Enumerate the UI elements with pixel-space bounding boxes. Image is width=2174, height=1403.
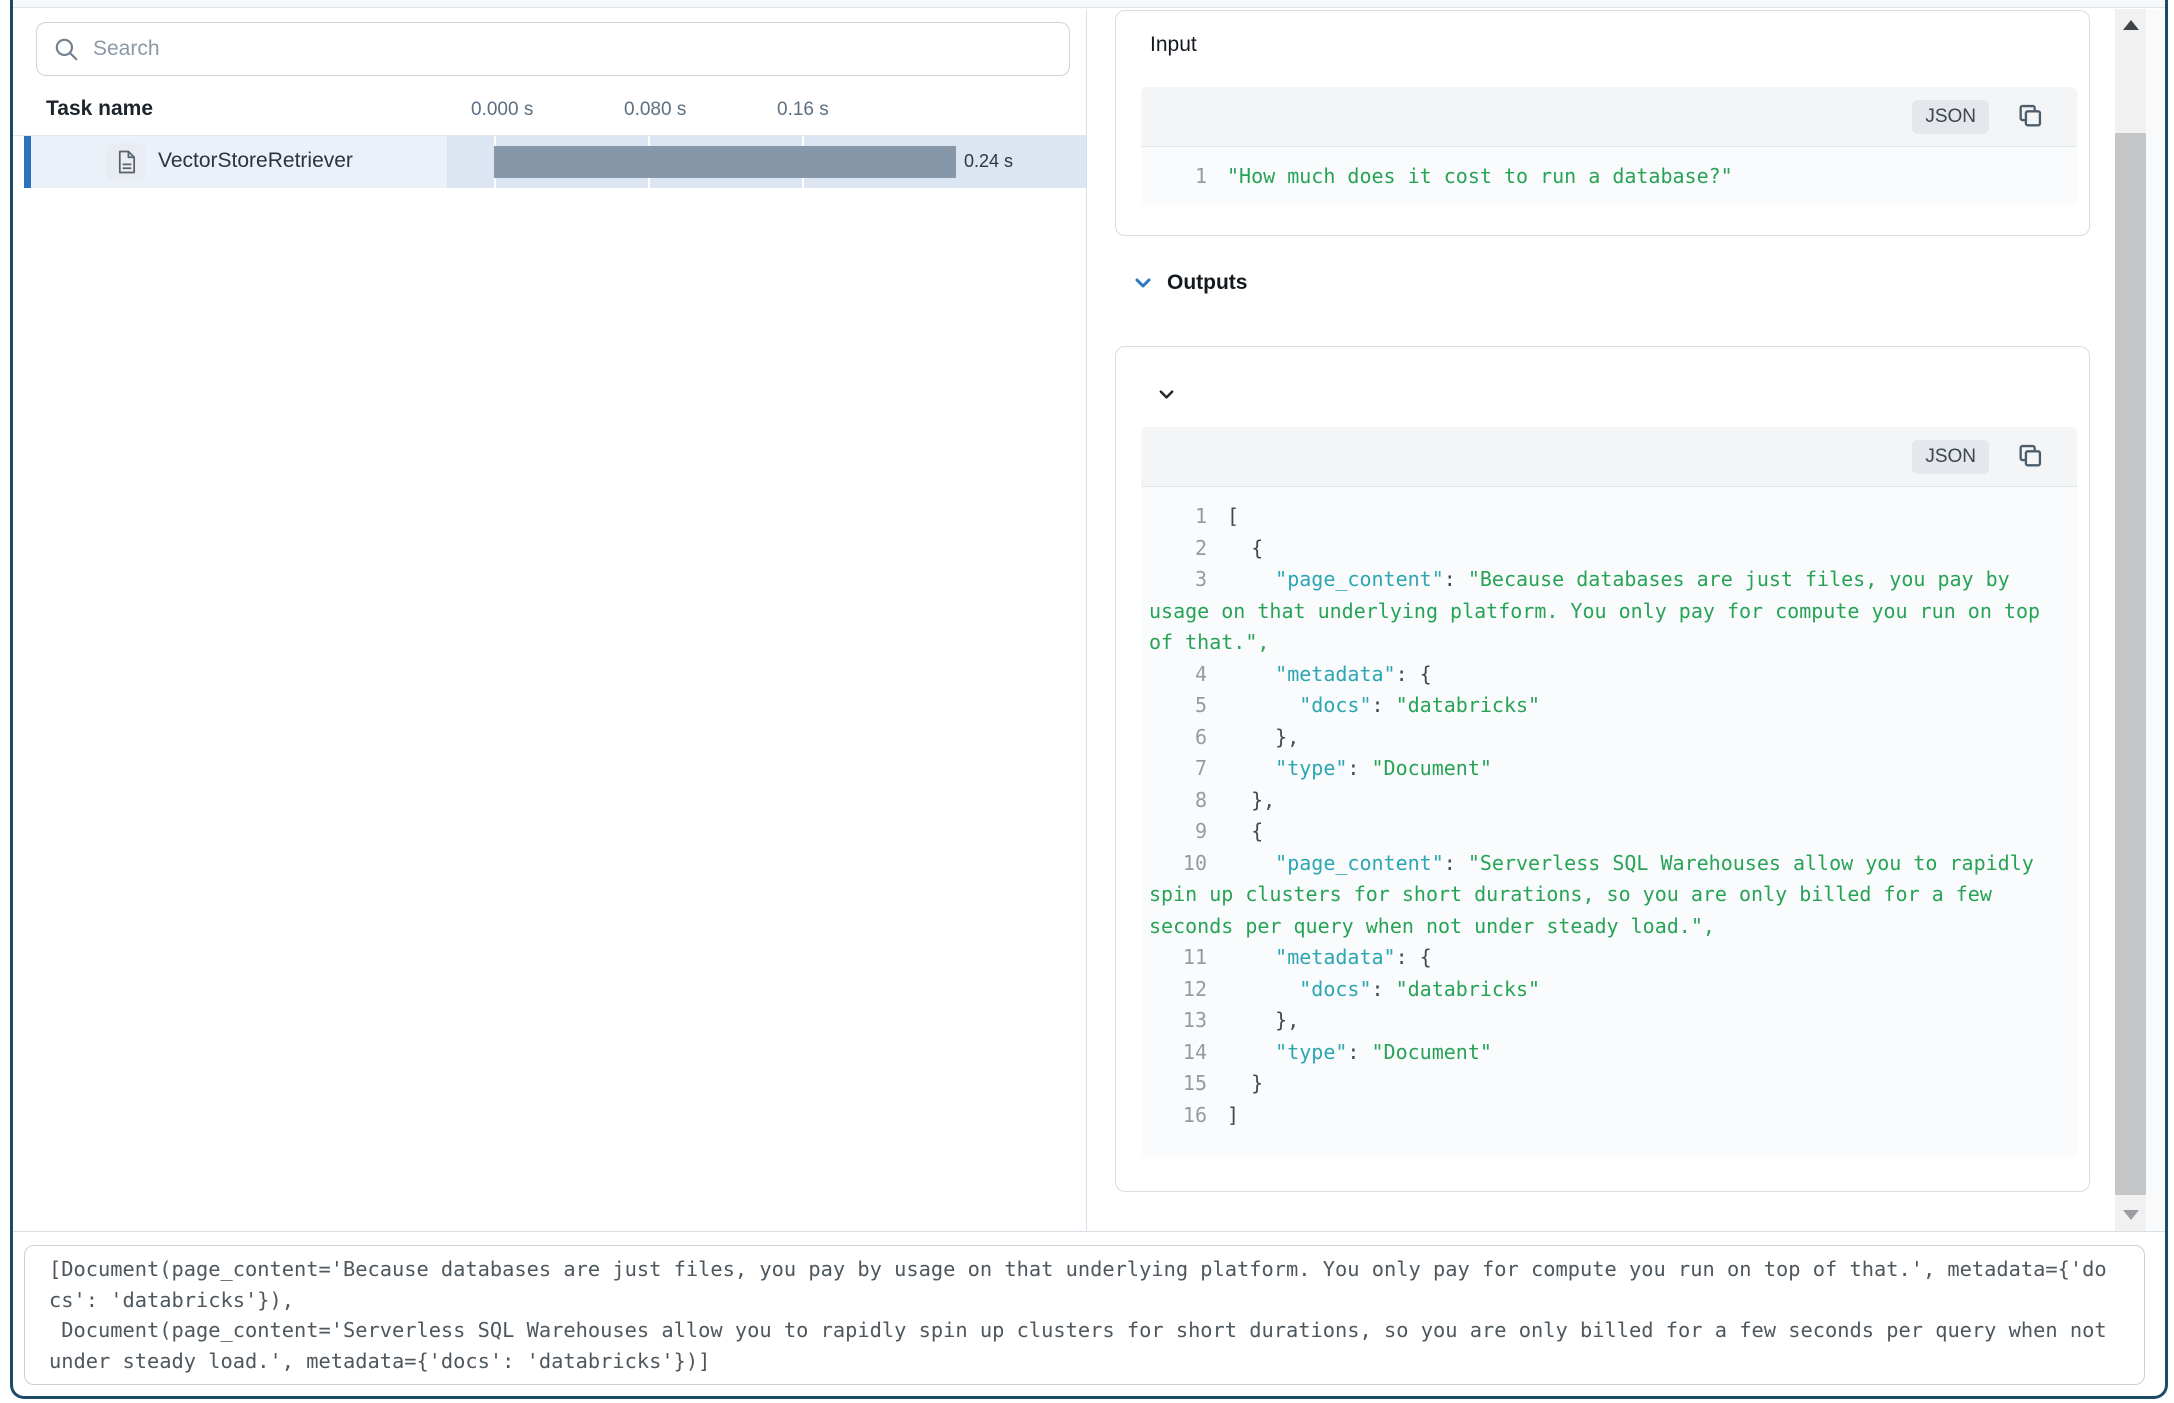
triangle-up-icon [2123,20,2139,30]
outputs-section-toggle[interactable]: Outputs [1133,271,1247,295]
outputs-code-lines: 1[2 {3 "page_content": "Because database… [1141,487,2077,1143]
copy-icon[interactable] [2015,442,2045,472]
code-line: 11 "metadata": { [1149,942,2069,974]
screen: Task name 0.000 s 0.080 s 0.16 s [0,0,2174,1403]
code-line: 1[ [1149,501,2069,533]
code-line: 14 "type": "Document" [1149,1037,2069,1069]
input-code-lines: 1"How much does it cost to run a databas… [1141,147,2077,205]
search-input[interactable] [93,37,1053,61]
top-strip [13,0,2165,8]
triangle-down-icon [2123,1210,2139,1220]
chevron-down-icon [1133,273,1153,293]
code-line: 13 }, [1149,1005,2069,1037]
code-line: 7 "type": "Document" [1149,753,2069,785]
code-line: 3 "page_content": "Because databases are… [1149,564,2069,659]
outputs-code: JSON 1[2 {3 "page_content": "Because dat… [1141,427,2077,1159]
scroll-up-button[interactable] [2115,9,2146,41]
app-window: Task name 0.000 s 0.080 s 0.16 s [10,0,2168,1399]
input-json-format-badge[interactable]: JSON [1912,100,1989,134]
scrollbar-thumb[interactable] [2115,133,2146,1195]
timeline-tick-label: 0.000 s [471,99,533,121]
scroll-down-button[interactable] [2115,1199,2146,1231]
pane-divider [1086,9,1087,1231]
right-gutter [2146,9,2165,1231]
outputs-collapse-toggle[interactable] [1157,381,1183,407]
input-section-card: Input JSON 1"How much does it cost to ru… [1115,10,2090,236]
code-line: 12 "docs": "databricks" [1149,974,2069,1006]
code-line: 8 }, [1149,785,2069,817]
outputs-code-header: JSON [1141,427,2077,487]
input-code-header: JSON [1141,87,2077,147]
task-table-header: Task name 0.000 s 0.080 s 0.16 s [13,86,1086,136]
chevron-down-icon [1157,385,1183,404]
vertical-scrollbar [2115,9,2146,1231]
code-line: 10 "page_content": "Serverless SQL Wareh… [1149,848,2069,943]
code-line: 1"How much does it cost to run a databas… [1149,161,2069,193]
timeline-tick-label: 0.080 s [624,99,686,121]
code-line: 4 "metadata": { [1149,659,2069,691]
raw-output-text: [Document(page_content='Because database… [24,1245,2145,1385]
outputs-section-card: JSON 1[2 {3 "page_content": "Because dat… [1115,346,2090,1192]
code-line: 16] [1149,1100,2069,1132]
task-name-column-header: Task name [46,97,153,121]
task-name-label: VectorStoreRetriever [158,149,353,173]
search-icon [53,36,79,62]
code-line: 5 "docs": "databricks" [1149,690,2069,722]
trace-timeline-pane: Task name 0.000 s 0.080 s 0.16 s [13,9,1086,1231]
outputs-json-format-badge[interactable]: JSON [1912,440,1989,474]
task-duration-bar [494,146,956,178]
code-line: 6 }, [1149,722,2069,754]
task-row-vectorstoreretriever[interactable]: VectorStoreRetriever 0.24 s [13,136,1086,188]
copy-icon[interactable] [2015,102,2045,132]
code-line: 15 } [1149,1068,2069,1100]
task-icon-box [106,143,146,181]
code-line: 9 { [1149,816,2069,848]
document-icon [115,149,138,175]
main-panes: Task name 0.000 s 0.080 s 0.16 s [13,9,2165,1232]
code-line: 2 { [1149,533,2069,565]
task-duration-label: 0.24 s [964,151,1013,172]
input-section-title: Input [1150,33,1197,57]
selected-row-accent [24,136,31,188]
input-code: JSON 1"How much does it cost to run a da… [1141,87,2077,207]
search-box[interactable] [36,22,1070,76]
timeline-tick-label: 0.16 s [777,99,829,121]
outputs-section-title: Outputs [1167,271,1247,295]
